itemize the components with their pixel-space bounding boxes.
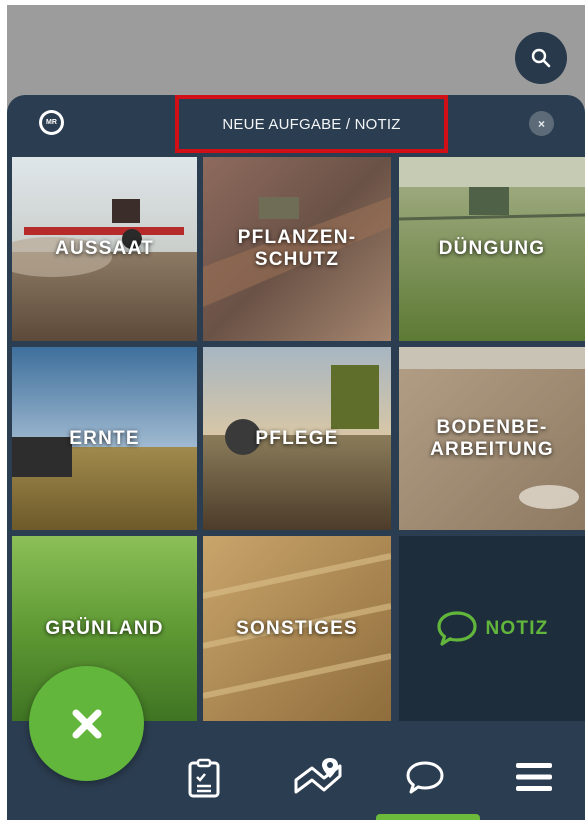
close-fab-button[interactable]	[29, 666, 144, 781]
tile-ernte[interactable]: ERNTE	[12, 347, 197, 530]
tile-duengung-label: DÜNGUNG	[438, 238, 546, 259]
panel-header: MR NEUE AUFGABE / NOTIZ ×	[7, 95, 585, 153]
tile-ernte-label: ERNTE	[69, 427, 140, 449]
map-nav-button[interactable]	[292, 754, 346, 802]
active-tab-indicator	[376, 814, 480, 820]
tile-sonstiges[interactable]: SONSTIGES	[203, 536, 391, 721]
tile-pflege-label: PFLEGE	[255, 427, 339, 449]
menu-nav-button[interactable]	[515, 760, 553, 794]
tile-pflege[interactable]: PFLEGE	[203, 347, 391, 530]
tasks-nav-button[interactable]	[187, 758, 221, 798]
speech-bubble-icon	[436, 610, 477, 646]
tile-notiz-content: NOTIZ	[399, 610, 585, 648]
clipboard-list-icon	[188, 758, 220, 798]
tile-bodenbearbeitung-label: BODENBE- ARBEITUNG	[430, 416, 554, 460]
tile-aussaat-label: AUSSAAT	[55, 238, 154, 259]
mr-logo-text: MR	[42, 113, 61, 132]
search-icon	[531, 48, 551, 68]
tile-sonstiges-label: SONSTIGES	[236, 617, 358, 639]
tile-pflanzenschutz-label: PFLANZEN- SCHUTZ	[237, 227, 357, 270]
hamburger-menu-icon	[516, 763, 552, 791]
tile-notiz[interactable]: NOTIZ	[399, 536, 585, 721]
panel-title: NEUE AUFGABE / NOTIZ	[175, 95, 448, 153]
app-screen: MR NEUE AUFGABE / NOTIZ × AUSSAAT PFLANZ…	[7, 5, 585, 820]
panel-close-button[interactable]: ×	[529, 111, 554, 136]
tile-bodenbearbeitung[interactable]: BODENBE- ARBEITUNG	[399, 347, 585, 530]
tile-notiz-label: NOTIZ	[485, 617, 549, 639]
chat-nav-button[interactable]	[405, 760, 445, 796]
tile-pflanzenschutz[interactable]: PFLANZEN- SCHUTZ	[203, 157, 391, 341]
map-pin-icon	[294, 758, 342, 794]
tile-gruenland-label: GRÜNLAND	[45, 617, 164, 639]
close-icon: ×	[537, 116, 545, 131]
chat-bubble-icon	[406, 761, 444, 794]
mr-logo: MR	[39, 110, 64, 135]
search-button[interactable]	[515, 32, 567, 84]
tile-aussaat[interactable]: AUSSAAT	[12, 157, 197, 341]
close-icon	[72, 709, 101, 738]
tile-duengung[interactable]: DÜNGUNG	[399, 157, 585, 341]
